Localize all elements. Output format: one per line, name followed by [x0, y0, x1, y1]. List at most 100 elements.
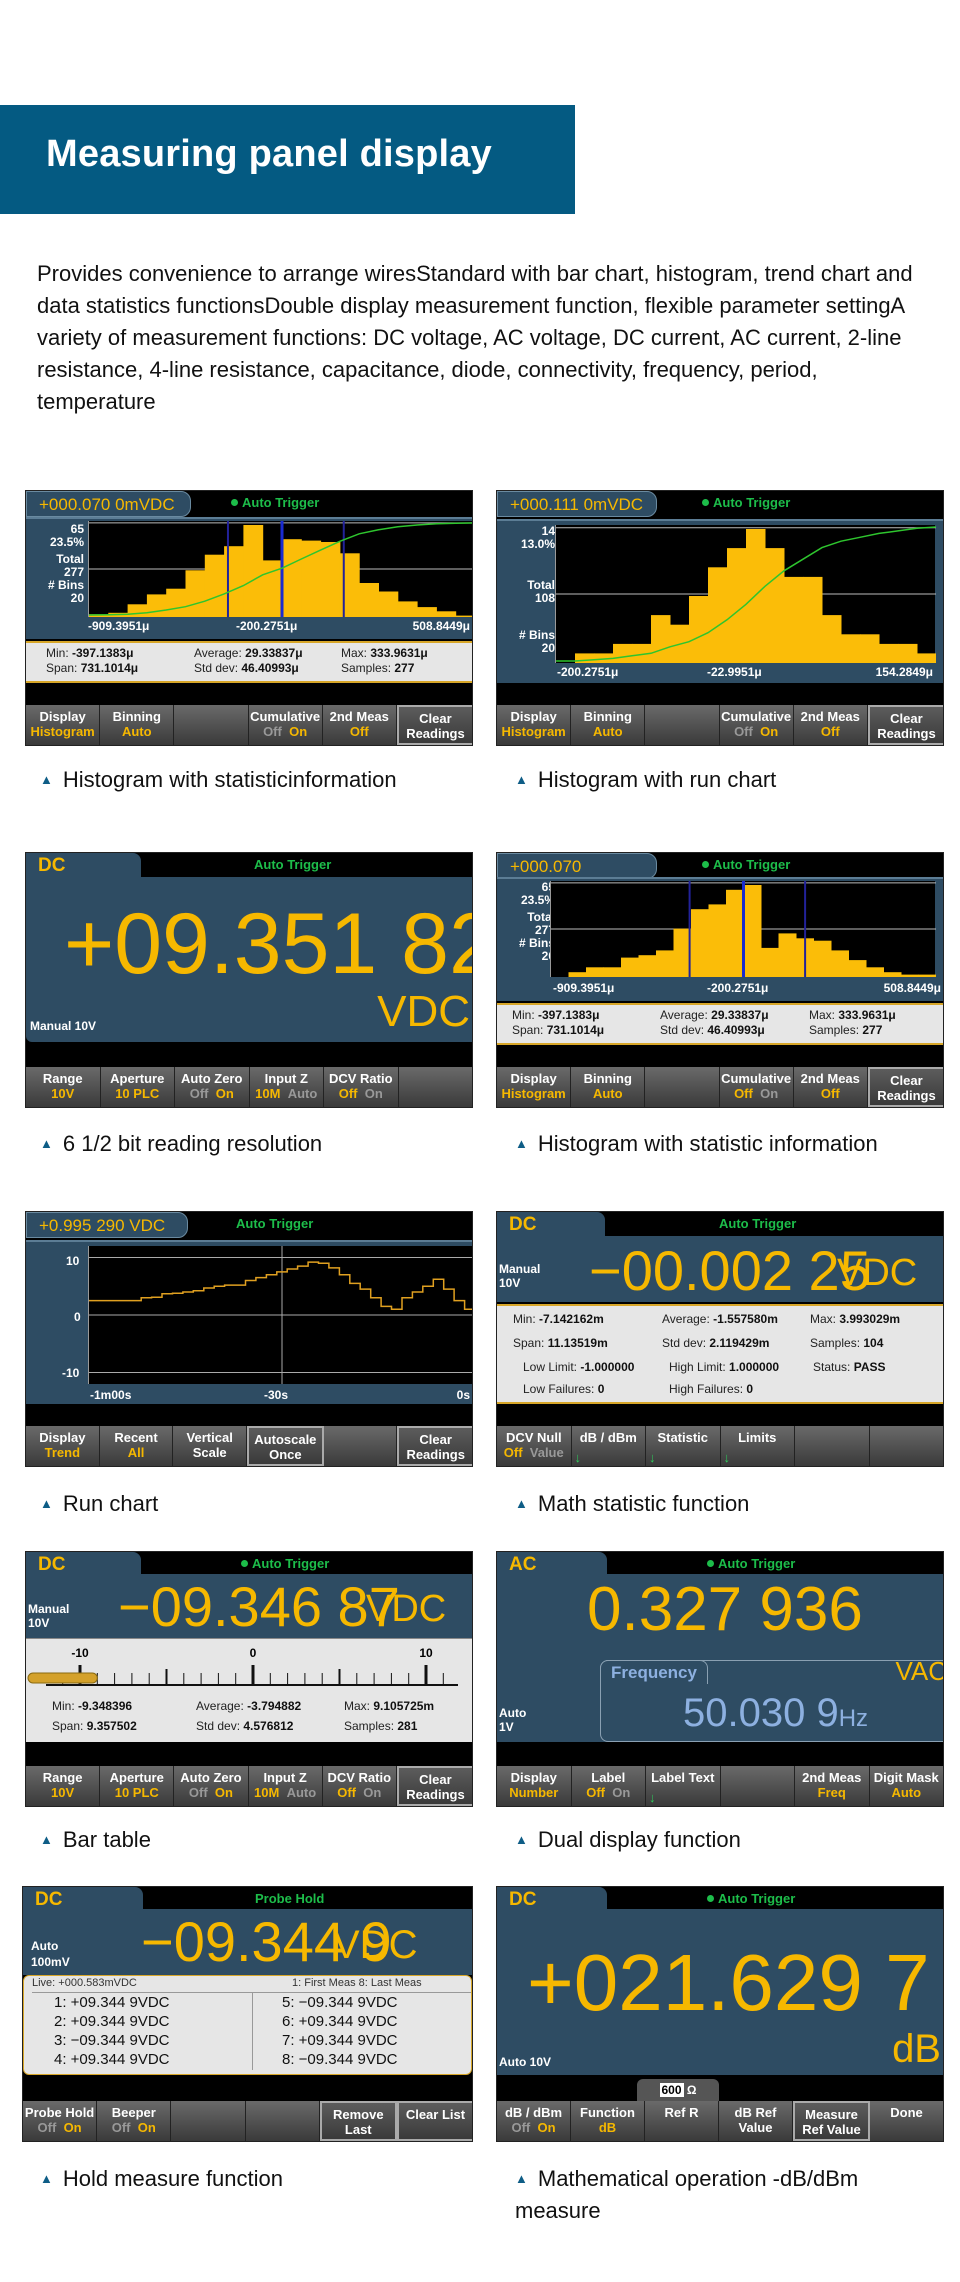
softkey-measure-ref-value[interactable]: Measure Ref Value — [793, 2101, 870, 2141]
softkey-label: dB Ref Value — [734, 2105, 777, 2135]
softkey-done[interactable]: Done — [870, 2101, 943, 2141]
softkey-clear-readings[interactable]: Clear Readings — [867, 1067, 943, 1107]
hist-axis-mid: -200.2751μ — [236, 619, 298, 633]
softkey-2nd-meas[interactable]: 2nd Meas Off — [793, 1067, 868, 1107]
softkey-recent[interactable]: Recent All — [99, 1426, 174, 1466]
panel-reading-resolution: DC Voltage Auto Trigger +09.351 82 VDC M… — [25, 852, 473, 1108]
softkey-function[interactable]: Function dB — [571, 2101, 645, 2141]
softkey-binning[interactable]: Binning Auto — [571, 705, 646, 745]
softkey-bar: DCV Null Off Value dB / dBm ↓ Statistic ↓ Limi… — [497, 1426, 943, 1466]
trend-xtick: -30s — [264, 1388, 289, 1402]
softkey-display[interactable]: Display Number — [497, 1766, 572, 1806]
histogram-bar — [708, 904, 727, 977]
softkey-blank[interactable] — [171, 2101, 246, 2141]
histogram-bar — [243, 525, 264, 617]
softkey-aperture[interactable]: Aperture 10 PLC — [100, 1766, 175, 1806]
caption-histogram-stats-2: ▲ Histogram with statistic information — [515, 1131, 878, 1156]
softkey-probe-hold[interactable]: Probe Hold Off On — [23, 2101, 98, 2141]
stat-max: Max: 9.105725m — [344, 1699, 435, 1713]
softkey-label: Auto Zero — [181, 1071, 243, 1086]
softkey-range[interactable]: Range 10V — [26, 1067, 101, 1107]
submenu-arrow-icon: ↓ — [649, 1790, 656, 1805]
histogram-bar — [320, 542, 341, 617]
bullet-triangle-icon: ▲ — [515, 1832, 528, 1847]
softkey-range[interactable]: Range 10V — [26, 1766, 101, 1806]
softkey-dcv-null[interactable]: DCV Null Off Value — [497, 1426, 572, 1466]
softkey-display[interactable]: Display Histogram — [26, 705, 101, 745]
softkey-input-z[interactable]: Input Z 10M Auto — [248, 1766, 323, 1806]
softkey-blank[interactable] — [720, 1766, 795, 1806]
softkey-ref-r[interactable]: Ref R — [645, 2101, 719, 2141]
softkey-blank[interactable] — [245, 2101, 320, 2141]
softkey-blank[interactable] — [645, 705, 720, 745]
softkey-cumulative[interactable]: Cumulative Off On — [719, 1067, 794, 1107]
bar-meter: -10 0 10 — [27, 1646, 458, 1686]
softkey-value: Auto — [592, 724, 623, 739]
softkey-label: Beeper — [111, 2105, 156, 2120]
softkey-beeper[interactable]: Beeper Off On — [97, 2101, 172, 2141]
softkey-db-ref-value[interactable]: dB Ref Value — [719, 2101, 793, 2141]
softkey-vertical-scale[interactable]: Vertical Scale — [173, 1426, 248, 1466]
softkey-2nd-meas[interactable]: 2nd Meas Freq — [795, 1766, 870, 1806]
histogram-bar — [127, 604, 148, 617]
histogram-bar — [784, 576, 804, 663]
softkey-blank[interactable] — [398, 1067, 472, 1107]
bar-label: -10 — [71, 1646, 89, 1660]
caption-math-statistic: ▲ Math statistic function — [515, 1491, 750, 1516]
softkey-auto-zero[interactable]: Auto Zero Off On — [175, 1067, 250, 1107]
softkey-display[interactable]: Display Trend — [26, 1426, 100, 1466]
softkey-binning[interactable]: Binning Auto — [100, 705, 175, 745]
softkey-label[interactable]: Label Off On — [571, 1766, 646, 1806]
softkey-dcv-ratio[interactable]: DCV Ratio Off On — [322, 1766, 397, 1806]
softkey-value: Auto — [592, 1086, 623, 1101]
softkey-blank[interactable] — [645, 1067, 720, 1107]
softkey-remove-last[interactable]: Remove Last — [319, 2101, 397, 2141]
softkey-cumulative[interactable]: Cumulative Off On — [248, 705, 323, 745]
softkey-digit-mask[interactable]: Digit Mask Auto — [869, 1766, 943, 1806]
softkey-dcv-ratio[interactable]: DCV Ratio Off On — [324, 1067, 399, 1107]
softkey-auto-zero[interactable]: Auto Zero Off On — [174, 1766, 249, 1806]
softkey-label-text[interactable]: Label Text ↓ — [646, 1766, 721, 1806]
softkey-label: Label Text — [651, 1770, 715, 1785]
softkey-aperture[interactable]: Aperture 10 PLC — [100, 1067, 175, 1107]
softkey-display[interactable]: Display Histogram — [497, 1067, 572, 1107]
softkey-value: Auto — [121, 724, 152, 739]
softkey-blank[interactable] — [869, 1426, 943, 1466]
softkey-display[interactable]: Display Histogram — [497, 705, 572, 745]
softkey-option-on: Auto — [286, 1785, 317, 1800]
ref-r-input[interactable]: 600 Ω — [637, 2079, 719, 2101]
softkey-binning[interactable]: Binning Auto — [571, 1067, 646, 1107]
softkey-clear-readings[interactable]: Clear Readings — [396, 705, 472, 745]
softkey-clear-list[interactable]: Clear List — [396, 2101, 472, 2141]
softkey-limits[interactable]: Limits ↓ — [720, 1426, 795, 1466]
panel-math-statistic: DC Voltage Auto Trigger Manual 10V −00.0… — [496, 1211, 944, 1467]
softkey-db-dbm[interactable]: dB / dBm ↓ — [571, 1426, 646, 1466]
softkey-blank[interactable] — [795, 1426, 870, 1466]
hist-max-pct: 23.5% — [49, 535, 84, 549]
softkey-clear-readings[interactable]: Clear Readings — [396, 1766, 472, 1806]
stat-span: Span: 731.1014μ — [512, 1023, 605, 1037]
stat-max: Max: 3.993029m — [810, 1312, 901, 1326]
histogram-bar — [917, 653, 936, 663]
softkey-cumulative[interactable]: Cumulative Off On — [719, 705, 794, 745]
softkey-2nd-meas[interactable]: 2nd Meas Off — [793, 705, 868, 745]
hist-axis-right: 508.8449μ — [412, 619, 470, 633]
secondary-display: Frequency 50.030 9Hz — [600, 1660, 943, 1742]
reading-tab: +0.995 290 VDC — [26, 1212, 188, 1238]
caption-histogram-run: ▲ Histogram with run chart — [515, 767, 777, 792]
reading-tab: +000.070 0mVDC — [26, 491, 191, 517]
softkey-statistic[interactable]: Statistic ↓ — [646, 1426, 721, 1466]
softkey-db-dbm[interactable]: dB / dBm Off On — [497, 2101, 571, 2141]
softkey-blank[interactable] — [174, 705, 249, 745]
softkey-label: Display — [39, 1430, 86, 1445]
softkey-clear-readings[interactable]: Clear Readings — [397, 1426, 472, 1466]
softkey-autoscale-once[interactable]: Autoscale Once — [247, 1426, 324, 1466]
stat-span: Span: 11.13519m — [513, 1336, 608, 1350]
softkey-label: Digit Mask — [873, 1770, 939, 1785]
softkey-2nd-meas[interactable]: 2nd Meas Off — [322, 705, 397, 745]
reading-unit: dB — [892, 2027, 941, 2071]
softkey-blank[interactable] — [323, 1426, 398, 1466]
softkey-clear-readings[interactable]: Clear Readings — [867, 705, 943, 745]
softkey-input-z[interactable]: Input Z 10M Auto — [249, 1067, 324, 1107]
trend-line — [89, 1261, 472, 1311]
